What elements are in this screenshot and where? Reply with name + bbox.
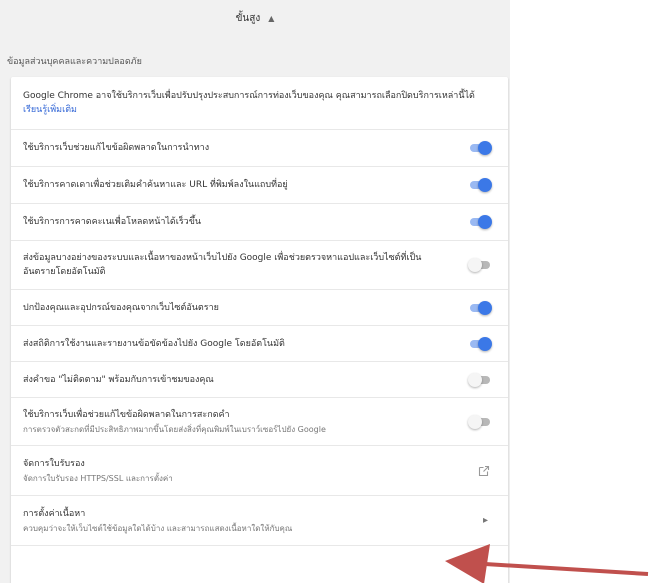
toggle-switch-on[interactable] — [468, 215, 492, 229]
privacy-settings-card: Google Chrome อาจใช้บริการเว็บเพื่อปรับป… — [11, 77, 508, 583]
advanced-label: ขั้นสูง — [235, 12, 261, 24]
setting-spelling-service[interactable]: ใช้บริการเว็บเพื่อช่วยแก้ไขข้อผิดพลาดในก… — [11, 397, 508, 445]
setting-description: การตรวจตัวสะกดที่มีประสิทธิภาพมากขึ้นโดย… — [23, 424, 326, 434]
setting-description: จัดการใบรับรอง HTTPS/SSL และการตั้งค่า — [23, 473, 173, 483]
chevron-right-icon[interactable]: ▸ — [483, 515, 488, 526]
setting-usage-statistics[interactable]: ส่งสถิติการใช้งานและรายงานข้อขัดข้องไปยั… — [11, 325, 508, 361]
setting-label: ใช้บริการเว็บช่วยแก้ไขข้อผิดพลาดในการนำท… — [23, 143, 210, 153]
open-external-icon[interactable] — [478, 465, 490, 477]
setting-do-not-track[interactable]: ส่งคำขอ "ไม่ติดตาม" พร้อมกับการเข้าชมของ… — [11, 361, 508, 397]
next-settings-row — [11, 545, 508, 583]
setting-label: ใช้บริการคาดเดาเพื่อช่วยเติมคำค้นหาและ U… — [23, 180, 288, 190]
manage-certificates-row[interactable]: จัดการใบรับรอง จัดการใบรับรอง HTTPS/SSL … — [11, 445, 508, 495]
toggle-switch-on[interactable] — [468, 336, 492, 351]
privacy-intro: Google Chrome อาจใช้บริการเว็บเพื่อปรับป… — [11, 77, 508, 129]
setting-safe-browsing[interactable]: ปกป้องคุณและอุปกรณ์ของคุณจากเว็บไซต์อันต… — [11, 289, 508, 325]
learn-more-link[interactable]: เรียนรู้เพิ่มเติม — [23, 105, 77, 115]
setting-label: ใช้บริการการคาดคะเนเพื่อโหลดหน้าได้เร็วข… — [23, 217, 202, 227]
toggle-switch-on[interactable] — [468, 141, 492, 155]
setting-label: ส่งสถิติการใช้งานและรายงานข้อขัดข้องไปยั… — [23, 338, 285, 349]
setting-navigation-errors[interactable]: ใช้บริการเว็บช่วยแก้ไขข้อผิดพลาดในการนำท… — [11, 129, 508, 166]
settings-page: ขั้นสูง ▲ ข้อมูลส่วนบุคคลและความปลอดภัย … — [0, 0, 510, 583]
content-settings-row[interactable]: การตั้งค่าเนื้อหา ควบคุมว่าจะให้เว็บไซต์… — [11, 495, 508, 545]
toggle-switch-off[interactable] — [468, 414, 492, 429]
toggle-switch-off[interactable] — [468, 258, 492, 272]
setting-label: จัดการใบรับรอง — [23, 458, 85, 469]
chevron-up-icon: ▲ — [268, 13, 275, 23]
setting-safe-browsing-reports[interactable]: ส่งข้อมูลบางอย่างของระบบและเนื้อหาของหน้… — [11, 240, 508, 289]
setting-label: ใช้บริการเว็บเพื่อช่วยแก้ไขข้อผิดพลาดในก… — [23, 409, 230, 420]
toggle-switch-on[interactable] — [468, 178, 492, 192]
setting-label: การตั้งค่าเนื้อหา — [23, 508, 86, 519]
setting-preload-pages[interactable]: ใช้บริการการคาดคะเนเพื่อโหลดหน้าได้เร็วข… — [11, 203, 508, 240]
advanced-section-toggle[interactable]: ขั้นสูง ▲ — [0, 0, 510, 36]
setting-label: ปกป้องคุณและอุปกรณ์ของคุณจากเว็บไซต์อันต… — [23, 302, 219, 313]
setting-label: ส่งข้อมูลบางอย่างของระบบและเนื้อหาของหน้… — [23, 253, 422, 277]
setting-description: ควบคุมว่าจะให้เว็บไซต์ใช้ข้อมูลใดได้บ้าง… — [23, 523, 293, 533]
setting-prediction-service[interactable]: ใช้บริการคาดเดาเพื่อช่วยเติมคำค้นหาและ U… — [11, 166, 508, 203]
intro-text: Google Chrome อาจใช้บริการเว็บเพื่อปรับป… — [23, 91, 475, 101]
section-title: ข้อมูลส่วนบุคคลและความปลอดภัย — [7, 57, 142, 67]
setting-label: ส่งคำขอ "ไม่ติดตาม" พร้อมกับการเข้าชมของ… — [23, 374, 214, 385]
toggle-switch-off[interactable] — [468, 372, 492, 387]
toggle-switch-on[interactable] — [468, 300, 492, 315]
